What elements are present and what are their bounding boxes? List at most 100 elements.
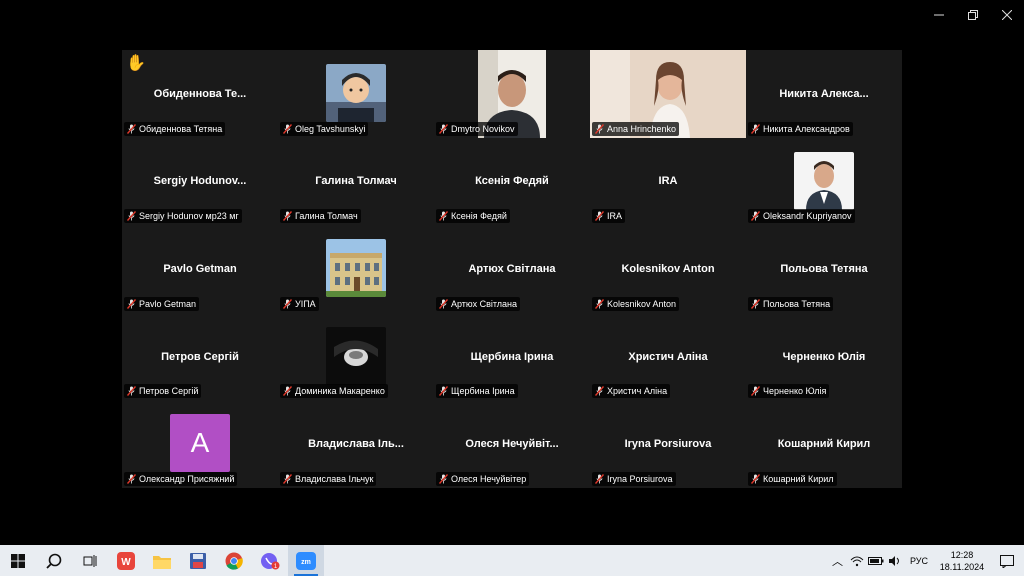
participant-tile[interactable]: Iryna Porsiurova Iryna Porsiurova <box>590 400 746 488</box>
participant-avatar <box>326 64 386 122</box>
battery-icon[interactable] <box>867 556 884 566</box>
participant-nameplate: Петров Сергій <box>124 384 202 399</box>
participant-display-name: Pavlo Getman <box>163 262 237 275</box>
participant-tile[interactable]: ✋ Обиденнова Те... Обиденнова Тетяна <box>122 50 278 138</box>
participant-name-label: Галина Толмач <box>295 211 358 222</box>
participant-display-name: Олеся Нечуйвіт... <box>465 438 559 451</box>
participant-tile[interactable]: Доминика Макаренко <box>278 312 434 401</box>
participant-display-name: Sergiy Hodunov... <box>153 175 247 188</box>
participant-display-name: Обиденнова Те... <box>153 87 247 100</box>
participant-tile[interactable]: Kolesnikov Anton Kolesnikov Anton <box>590 225 746 313</box>
minimize-icon <box>934 14 944 16</box>
window-controls <box>922 0 1024 30</box>
participant-tile[interactable]: Черненко Юлія Черненко Юлія <box>746 312 902 401</box>
participant-display-name: Iryna Porsiurova <box>624 438 712 451</box>
mic-muted-icon <box>127 123 136 134</box>
participant-tile[interactable]: Никита Алекса... Никита Александров <box>746 50 902 138</box>
zoom-button[interactable]: zm <box>288 545 324 576</box>
volume-icon[interactable] <box>888 555 902 567</box>
participant-tile[interactable]: A Олександр Присяжний <box>122 400 278 488</box>
participant-nameplate: Pavlo Getman <box>124 296 200 311</box>
search-icon <box>46 553 62 569</box>
participant-tile[interactable]: Dmytro Novikov <box>434 50 590 138</box>
participant-tile[interactable]: Олеся Нечуйвіт... Олеся Нечуйвітер <box>434 400 590 488</box>
mic-muted-icon <box>127 386 136 397</box>
chevron-up-icon[interactable]: ︿ <box>829 553 846 569</box>
chrome-button[interactable] <box>216 545 252 576</box>
participant-name-label: Dmytro Novikov <box>451 123 515 134</box>
viber-button[interactable]: 1 <box>252 545 288 576</box>
participant-display-name: Галина Толмач <box>315 175 397 188</box>
mic-muted-icon <box>751 386 760 397</box>
mic-muted-icon <box>127 211 136 222</box>
participant-nameplate: Iryna Porsiurova <box>592 471 676 486</box>
participant-name-label: Артюх Світлана <box>451 298 518 309</box>
clock[interactable]: 12:28 18.11.2024 <box>936 549 988 573</box>
participant-name-label: Anna Hrinchenko <box>607 123 677 134</box>
participant-tile[interactable]: Артюх Світлана Артюх Світлана <box>434 225 590 313</box>
file-explorer-icon <box>153 555 171 569</box>
start-button[interactable] <box>0 545 36 576</box>
participant-nameplate: Oleg Tavshunskyi <box>280 121 369 136</box>
windows-start-icon <box>11 553 25 568</box>
participant-nameplate: IRA <box>592 209 626 224</box>
participant-display-name: Черненко Юлія <box>782 350 866 363</box>
participant-display-name: Никита Алекса... <box>779 87 869 100</box>
participant-tile[interactable]: IRA IRA <box>590 137 746 226</box>
participant-name-label: Oleg Tavshunskyi <box>295 123 366 134</box>
close-button[interactable] <box>990 0 1024 30</box>
participant-avatar: A <box>170 414 230 473</box>
save-app-button[interactable] <box>180 545 216 576</box>
participant-name-label: Олександр Присяжний <box>139 473 235 484</box>
close-icon <box>1002 10 1012 20</box>
file-explorer-button[interactable] <box>144 545 180 576</box>
participant-tile[interactable]: Кошарний Кирил Кошарний Кирил <box>746 400 902 488</box>
wps-office-icon: W <box>117 551 135 570</box>
participant-tile[interactable]: Владислава Іль... Владислава Ільчук <box>278 400 434 488</box>
taskbar: W 1 zm ︿ РУС 12:28 18.11.2024 <box>0 545 1024 576</box>
participant-tile[interactable]: Польова Тетяна Польова Тетяна <box>746 225 902 313</box>
viber-icon: 1 <box>261 552 280 570</box>
wps-office-button[interactable]: W <box>108 545 144 576</box>
participant-nameplate: Владислава Ільчук <box>280 471 377 486</box>
task-view-button[interactable] <box>72 545 108 576</box>
participant-tile[interactable]: Pavlo Getman Pavlo Getman <box>122 225 278 313</box>
mic-muted-icon <box>127 474 136 484</box>
zoom-label: zm <box>301 559 311 566</box>
mic-muted-icon <box>595 123 604 134</box>
participant-tile[interactable]: Oleg Tavshunskyi <box>278 50 434 138</box>
participant-name-label: Черненко Юлія <box>763 386 827 397</box>
search-button[interactable] <box>36 545 72 576</box>
participant-tile[interactable]: Галина Толмач Галина Толмач <box>278 137 434 226</box>
notifications-icon[interactable] <box>994 554 1020 568</box>
participant-tile[interactable]: Ксенія Федяй Ксенія Федяй <box>434 137 590 226</box>
participant-name-label: Польова Тетяна <box>763 298 831 309</box>
participant-tile[interactable]: УІПА <box>278 225 434 313</box>
cartoon-avatar-image <box>326 64 386 122</box>
participant-display-name: Владислава Іль... <box>308 438 404 451</box>
restore-button[interactable] <box>956 0 990 30</box>
participant-display-name: Щербина Ірина <box>470 350 554 363</box>
participant-tile[interactable]: Петров Сергій Петров Сергій <box>122 312 278 401</box>
clock-date: 18.11.2024 <box>939 561 985 572</box>
mic-muted-icon <box>595 474 604 484</box>
participant-tile[interactable]: Oleksandr Kupriyanov <box>746 137 902 226</box>
participant-display-name: Петров Сергій <box>161 350 239 363</box>
participant-nameplate: Ксенія Федяй <box>436 209 510 224</box>
participant-name-label: Iryna Porsiurova <box>607 473 673 484</box>
language-indicator[interactable]: РУС <box>906 556 932 566</box>
participant-tile[interactable]: Щербина Ірина Щербина Ірина <box>434 312 590 401</box>
save-app-icon <box>190 552 206 569</box>
participant-tile[interactable]: Anna Hrinchenko <box>590 50 746 138</box>
participant-display-name: Кошарний Кирил <box>777 438 871 451</box>
participant-tile[interactable]: Христич Аліна Христич Аліна <box>590 312 746 401</box>
restore-icon <box>968 10 978 20</box>
svg-text:W: W <box>121 557 131 568</box>
participant-tile[interactable]: Sergiy Hodunov... Sergiy Hodunov мр23 мг <box>122 137 278 226</box>
network-icon[interactable] <box>850 555 864 567</box>
participant-name-label: Ксенія Федяй <box>451 211 507 222</box>
participant-display-name: Христич Аліна <box>628 350 708 363</box>
mic-muted-icon <box>595 211 604 222</box>
mic-muted-icon <box>751 211 760 222</box>
minimize-button[interactable] <box>922 0 956 30</box>
